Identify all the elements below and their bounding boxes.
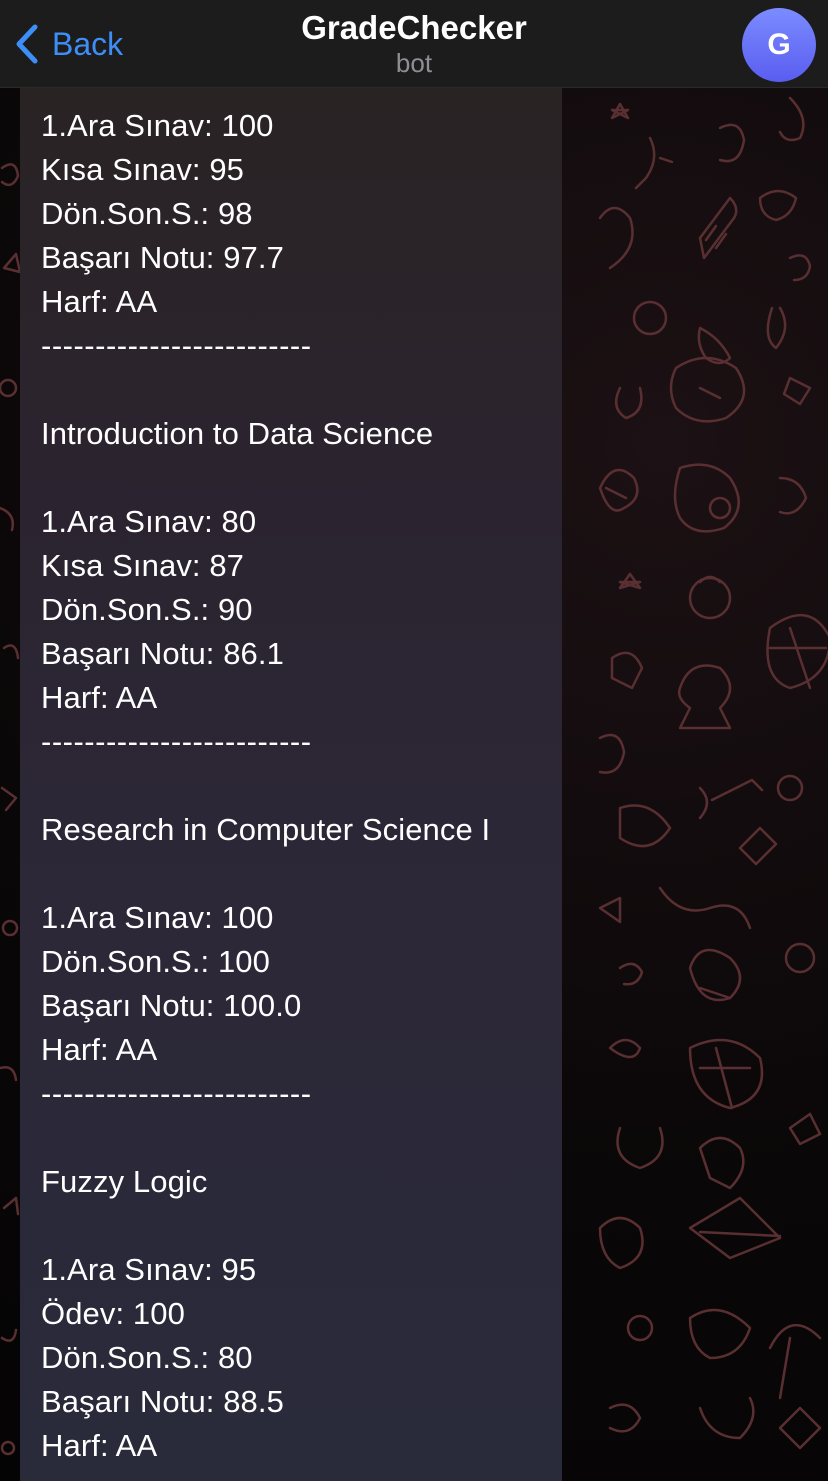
message-line: 1.Ara Sınav: 80 (41, 504, 257, 539)
avatar[interactable]: G (742, 8, 816, 82)
message-line: Dön.Son.S.: 80 (41, 1340, 253, 1375)
course-title: Fuzzy Logic (41, 1164, 208, 1199)
message-line: Harf: AA (41, 1428, 158, 1463)
avatar-letter: G (767, 28, 791, 61)
message-line (41, 852, 562, 896)
message-line: Harf: AA (41, 680, 158, 715)
message-line: Başarı Notu: 100.0 (41, 988, 302, 1023)
back-button[interactable]: Back (14, 20, 123, 68)
message-line (41, 764, 562, 808)
chat-title-block[interactable]: GradeChecker bot (214, 8, 614, 78)
separator-line: ------------------------- (41, 724, 312, 759)
course-title: Introduction to Data Science (41, 416, 434, 451)
message-bubble[interactable]: 1.Ara Sınav: 100 Kısa Sınav: 95 Dön.Son.… (20, 88, 562, 1481)
message-line: Başarı Notu: 88.5 (41, 1384, 284, 1419)
message-line: Kısa Sınav: 95 (41, 152, 245, 187)
chevron-left-icon (16, 24, 38, 64)
message-line: 1.Ara Sınav: 100 (41, 108, 274, 143)
chat-subtitle: bot (395, 48, 433, 78)
message-line: Başarı Notu: 97.7 (41, 240, 284, 275)
message-line: 1.Ara Sınav: 95 (41, 1252, 257, 1287)
separator-line: ------------------------- (41, 1076, 312, 1111)
chat-header: Back GradeChecker bot G (0, 0, 828, 88)
message-line: Kısa Sınav: 87 (41, 548, 245, 583)
chat-screen: Back GradeChecker bot G 1.Ara Sınav: 100… (0, 0, 828, 1481)
message-line: Dön.Son.S.: 100 (41, 944, 270, 979)
message-line: Dön.Son.S.: 98 (41, 196, 253, 231)
message-line: Harf: AA (41, 284, 158, 319)
separator-line: ------------------------- (41, 328, 312, 363)
course-title: Research in Computer Science I (41, 812, 491, 847)
message-line: Harf: AA (41, 1032, 158, 1067)
message-line (41, 1204, 562, 1248)
message-line: Ödev: 100 (41, 1296, 185, 1331)
chat-title: GradeChecker (301, 9, 527, 46)
message-line: Dön.Son.S.: 90 (41, 592, 253, 627)
message-line (41, 368, 562, 412)
message-line (41, 456, 562, 500)
message-line: 1.Ara Sınav: 100 (41, 900, 274, 935)
back-label: Back (52, 25, 124, 62)
message-line (41, 1116, 562, 1160)
message-line: Başarı Notu: 86.1 (41, 636, 284, 671)
